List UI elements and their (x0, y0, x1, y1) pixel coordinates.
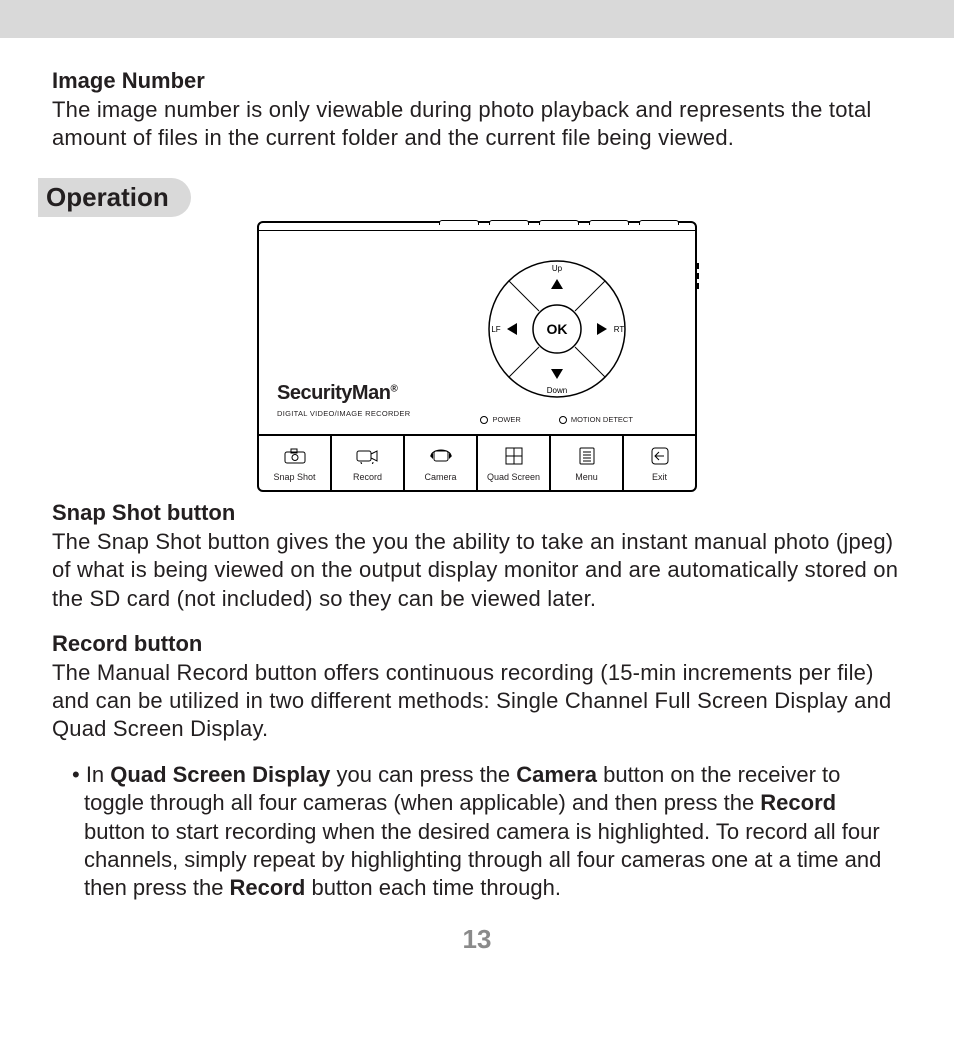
record-title: Record button (52, 631, 902, 657)
brand-block: SecurityMan® DIGITAL VIDEO/IMAGE RECORDE… (277, 382, 410, 418)
brand-name: SecurityMan® (277, 382, 410, 405)
record-body: The Manual Record button offers continuo… (52, 659, 902, 743)
videocam-icon (355, 446, 381, 466)
device-illustration: SecurityMan® DIGITAL VIDEO/IMAGE RECORDE… (52, 221, 902, 492)
rt-label: RT (613, 325, 624, 334)
dpad-icon: OK Up Down LF RT (477, 249, 637, 409)
dpad-column: OK Up Down LF RT POWER MOTION DETECT (430, 249, 683, 424)
record-section: Record button The Manual Record button o… (52, 631, 902, 743)
snapshot-hw-button: Snap Shot (259, 436, 332, 490)
menu-list-icon (579, 446, 595, 466)
switch-camera-icon (428, 446, 454, 466)
device-upper-panel: SecurityMan® DIGITAL VIDEO/IMAGE RECORDE… (259, 231, 695, 436)
record-hw-button: Record (332, 436, 405, 490)
snapshot-title: Snap Shot button (52, 500, 902, 526)
snapshot-label: Snap Shot (273, 472, 315, 482)
quad-bullet: • In Quad Screen Display you can press t… (62, 761, 902, 902)
menu-label: Menu (575, 472, 598, 482)
camera-label: Camera (424, 472, 456, 482)
quad-label: Quad Screen (487, 472, 540, 482)
down-label: Down (546, 386, 566, 395)
motion-led: MOTION DETECT (559, 415, 633, 424)
snapshot-section: Snap Shot button The Snap Shot button gi… (52, 500, 902, 612)
exit-label: Exit (652, 472, 667, 482)
quad-hw-button: Quad Screen (478, 436, 551, 490)
side-nubs (695, 263, 699, 293)
lf-label: LF (491, 325, 500, 334)
top-notches (259, 223, 695, 231)
image-number-body: The image number is only viewable during… (52, 96, 902, 152)
manual-page: Image Number The image number is only vi… (0, 38, 954, 1041)
page-number: 13 (52, 924, 902, 955)
image-number-section: Image Number The image number is only vi… (52, 68, 902, 152)
power-led: POWER (480, 415, 520, 424)
camera-icon (284, 446, 306, 466)
operation-heading: Operation (38, 178, 191, 217)
snapshot-body: The Snap Shot button gives the you the a… (52, 528, 902, 612)
record-label: Record (353, 472, 382, 482)
quad-bullet-text: • In Quad Screen Display you can press t… (62, 761, 902, 902)
quad-grid-icon (505, 446, 523, 466)
led-row: POWER MOTION DETECT (480, 415, 632, 424)
up-label: Up (552, 264, 563, 273)
device-body: SecurityMan® DIGITAL VIDEO/IMAGE RECORDE… (257, 221, 697, 492)
brand-subtitle: DIGITAL VIDEO/IMAGE RECORDER (277, 409, 410, 418)
ok-label: OK (546, 321, 567, 337)
menu-hw-button: Menu (551, 436, 624, 490)
camera-hw-button: Camera (405, 436, 478, 490)
exit-hw-button: Exit (624, 436, 695, 490)
image-number-title: Image Number (52, 68, 902, 94)
hardware-button-row: Snap Shot Record Camera (259, 436, 695, 490)
exit-icon (651, 446, 669, 466)
